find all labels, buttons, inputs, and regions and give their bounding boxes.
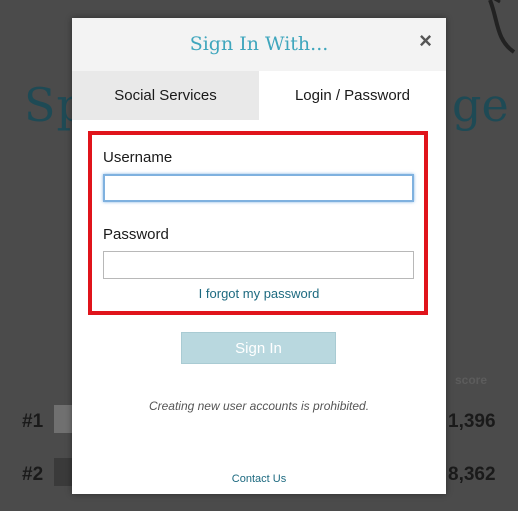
score-1: 1,396: [448, 411, 496, 432]
tab-social-services[interactable]: Social Services: [72, 71, 259, 120]
score-2: 8,362: [448, 464, 496, 485]
background-title-right: ge: [452, 78, 509, 132]
tab-login-password[interactable]: Login / Password: [259, 71, 446, 120]
forgot-password-link[interactable]: I forgot my password: [72, 286, 446, 301]
close-icon[interactable]: ×: [419, 30, 432, 52]
dialog-header: Sign In With... ×: [72, 18, 446, 71]
rank-2: #2: [22, 464, 44, 485]
password-label: Password: [103, 226, 169, 243]
score-column-header: score: [455, 373, 488, 387]
sign-in-dialog: Sign In With... × Social Services Login …: [72, 18, 446, 494]
password-input[interactable]: [103, 251, 414, 279]
auth-tabs: Social Services Login / Password: [72, 71, 446, 120]
contact-us-link[interactable]: Contact Us: [72, 473, 446, 485]
dialog-title: Sign In With...: [189, 33, 329, 55]
username-input[interactable]: [103, 174, 414, 202]
rank-1: #1: [22, 411, 44, 432]
decorative-graphic: [488, 0, 516, 54]
username-label: Username: [103, 149, 173, 166]
registration-notice: Creating new user accounts is prohibited…: [148, 399, 370, 413]
sign-in-button[interactable]: Sign In: [181, 332, 336, 364]
